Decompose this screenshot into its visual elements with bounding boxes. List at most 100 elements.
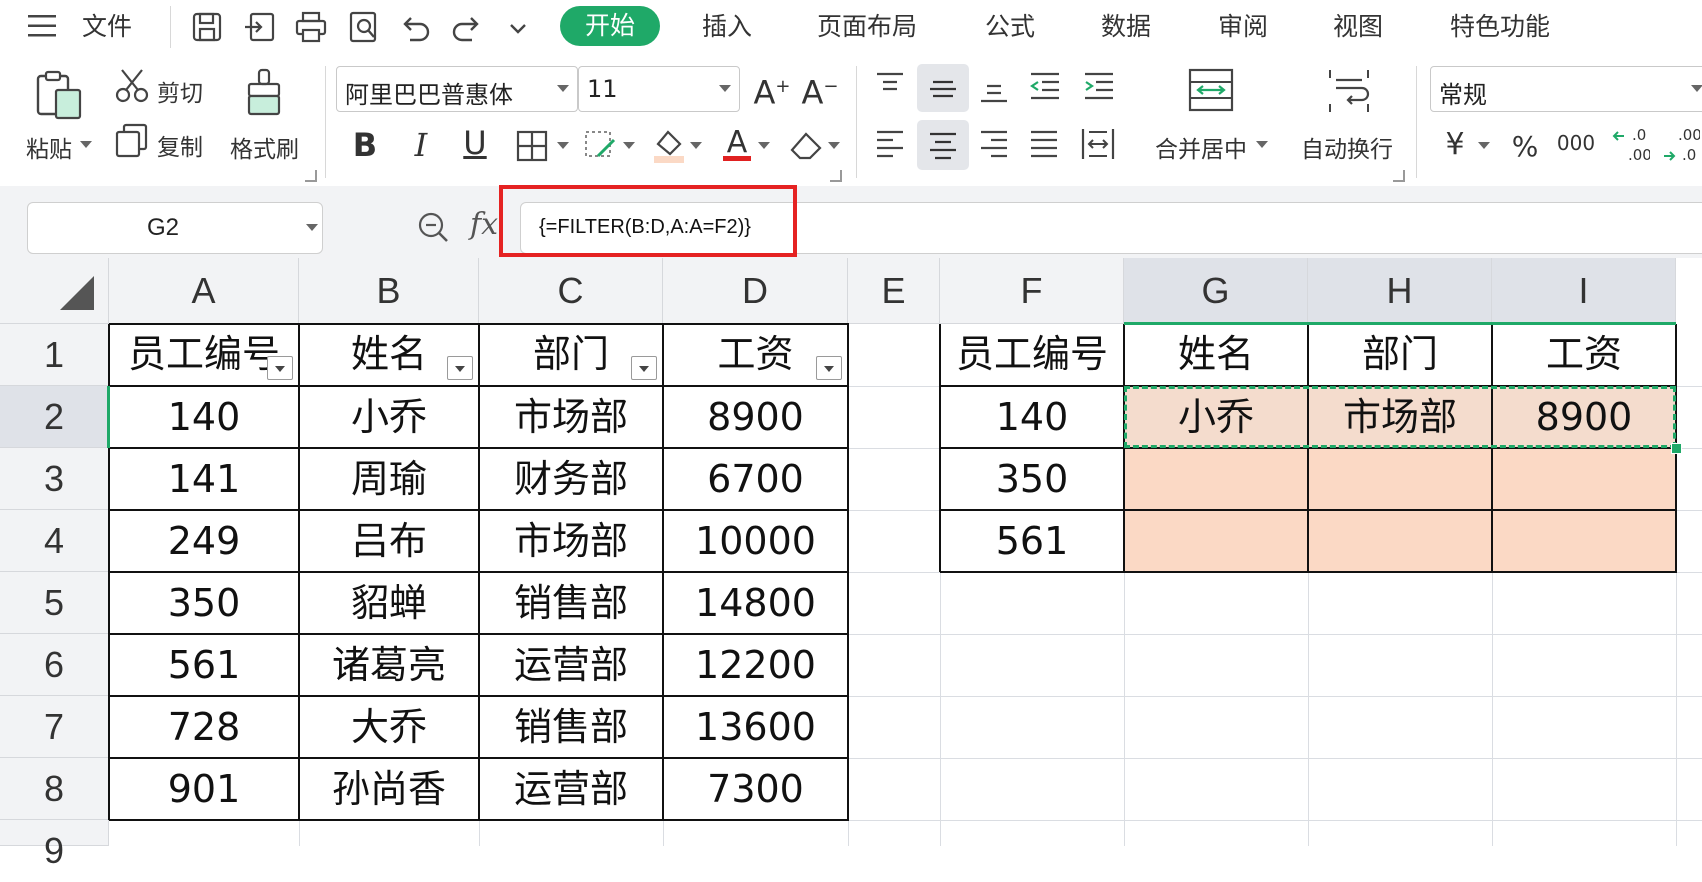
number-format-select[interactable]: 常规 — [1430, 66, 1702, 112]
borders-dropdown-icon[interactable] — [557, 142, 569, 149]
column-header-d[interactable]: D — [663, 258, 848, 324]
table-cell[interactable] — [1492, 510, 1676, 572]
table-cell[interactable]: 小乔 — [299, 386, 479, 448]
column-header-g[interactable]: G — [1124, 258, 1308, 324]
cell-style-icon[interactable] — [584, 130, 618, 162]
dialog-launcher-icon[interactable] — [305, 170, 317, 182]
redo-icon[interactable] — [450, 10, 484, 44]
tab-formulas[interactable]: 公式 — [985, 8, 1035, 46]
merge-center-dropdown-icon[interactable] — [1256, 141, 1268, 148]
tab-page-layout[interactable]: 页面布局 — [817, 8, 917, 46]
tab-insert[interactable]: 插入 — [702, 8, 752, 46]
tab-special-features[interactable]: 特色功能 — [1450, 8, 1550, 46]
cut-icon[interactable] — [114, 68, 150, 104]
export-icon[interactable] — [243, 10, 277, 44]
align-bottom-icon[interactable] — [978, 72, 1010, 104]
align-top-icon[interactable] — [874, 70, 906, 102]
font-name-select[interactable]: 阿里巴巴普惠体 — [336, 66, 578, 112]
wrap-text-icon[interactable] — [1326, 68, 1372, 114]
table-cell[interactable]: 6700 — [663, 448, 848, 510]
fx-label[interactable]: fx — [470, 207, 498, 242]
font-color-dropdown-icon[interactable] — [758, 142, 770, 149]
align-middle-icon[interactable] — [927, 72, 959, 104]
dialog-launcher-icon[interactable] — [830, 170, 842, 182]
select-all-triangle-icon[interactable] — [60, 276, 94, 310]
decrease-indent-icon[interactable] — [1028, 70, 1062, 102]
dialog-launcher-icon[interactable] — [1393, 170, 1405, 182]
table-cell[interactable]: 350 — [109, 572, 299, 634]
wrap-text-label[interactable]: 自动换行 — [1301, 130, 1393, 164]
table-cell[interactable]: 561 — [109, 634, 299, 696]
font-size-select[interactable]: 11 — [578, 66, 740, 112]
table-cell[interactable]: 561 — [940, 510, 1124, 572]
quick-access-dropdown-icon[interactable] — [505, 10, 531, 44]
table-cell[interactable] — [1124, 448, 1308, 510]
column-header-i[interactable]: I — [1492, 258, 1676, 324]
tab-review[interactable]: 审阅 — [1218, 8, 1268, 46]
filter-dropdown-icon[interactable] — [267, 356, 293, 380]
zoom-function-icon[interactable] — [416, 210, 450, 244]
column-header-a[interactable]: A — [109, 258, 299, 324]
filter-dropdown-icon[interactable] — [816, 356, 842, 380]
table-cell[interactable]: 运营部 — [479, 758, 663, 820]
table-cell[interactable]: 140 — [109, 386, 299, 448]
merge-center-label[interactable]: 合并居中 — [1155, 130, 1247, 164]
table-cell[interactable] — [1492, 448, 1676, 510]
row-header-4[interactable]: 4 — [0, 510, 109, 572]
bold-icon[interactable]: B — [348, 128, 382, 162]
increase-font-size-icon[interactable]: A+ — [752, 70, 792, 110]
row-header-5[interactable]: 5 — [0, 572, 109, 634]
percent-icon[interactable]: % — [1508, 130, 1542, 164]
align-left-icon[interactable] — [874, 128, 906, 160]
format-painter-icon[interactable] — [245, 68, 285, 122]
cell-style-dropdown-icon[interactable] — [623, 142, 635, 149]
row-header-8[interactable]: 8 — [0, 758, 109, 820]
decrease-font-size-icon[interactable]: A− — [800, 70, 840, 110]
table-cell[interactable]: 貂蝉 — [299, 572, 479, 634]
name-box[interactable]: G2 — [27, 202, 323, 254]
table-cell[interactable] — [1124, 510, 1308, 572]
paste-button[interactable]: 粘贴 — [26, 130, 72, 164]
increase-indent-icon[interactable] — [1082, 70, 1116, 102]
currency-dropdown-icon[interactable] — [1478, 142, 1490, 149]
table-cell[interactable]: 901 — [109, 758, 299, 820]
align-right-icon[interactable] — [978, 128, 1010, 160]
column-header-e[interactable]: E — [848, 258, 940, 324]
filter-dropdown-icon[interactable] — [447, 356, 473, 380]
distributed-align-icon[interactable] — [1080, 126, 1116, 162]
table-cell[interactable]: 吕布 — [299, 510, 479, 572]
table-cell[interactable]: 销售部 — [479, 696, 663, 758]
increase-decimal-icon[interactable]: .0.00 — [1610, 126, 1652, 166]
tab-data[interactable]: 数据 — [1101, 8, 1151, 46]
fill-handle[interactable] — [1671, 443, 1682, 454]
filter-dropdown-icon[interactable] — [631, 356, 657, 380]
column-header-b[interactable]: B — [299, 258, 479, 324]
table-cell[interactable]: 诸葛亮 — [299, 634, 479, 696]
column-header-f[interactable]: F — [940, 258, 1124, 324]
table-cell[interactable]: 运营部 — [479, 634, 663, 696]
table-cell[interactable]: 10000 — [663, 510, 848, 572]
undo-icon[interactable] — [398, 10, 432, 44]
table-cell[interactable]: 8900 — [663, 386, 848, 448]
table-cell[interactable]: 249 — [109, 510, 299, 572]
borders-icon[interactable] — [516, 130, 548, 162]
table-cell[interactable]: 350 — [940, 448, 1124, 510]
align-center-icon[interactable] — [927, 130, 959, 162]
table-cell[interactable]: 市场部 — [479, 510, 663, 572]
print-preview-icon[interactable] — [347, 10, 381, 44]
column-header-c[interactable]: C — [479, 258, 663, 324]
fill-color-dropdown-icon[interactable] — [690, 142, 702, 149]
row-header-2[interactable]: 2 — [0, 386, 109, 448]
underline-icon[interactable]: U — [458, 126, 492, 160]
cut-label[interactable]: 剪切 — [157, 74, 203, 108]
merge-center-icon[interactable] — [1188, 68, 1234, 114]
row-header-6[interactable]: 6 — [0, 634, 109, 696]
fill-color-icon[interactable] — [652, 126, 686, 164]
tab-start[interactable]: 开始 — [560, 6, 660, 46]
paste-dropdown-icon[interactable] — [80, 141, 92, 148]
table-cell[interactable]: 周瑜 — [299, 448, 479, 510]
clear-format-icon[interactable] — [788, 128, 824, 162]
copy-icon[interactable] — [114, 122, 150, 158]
row-header-1[interactable]: 1 — [0, 324, 109, 386]
font-color-icon[interactable]: A — [720, 124, 754, 164]
